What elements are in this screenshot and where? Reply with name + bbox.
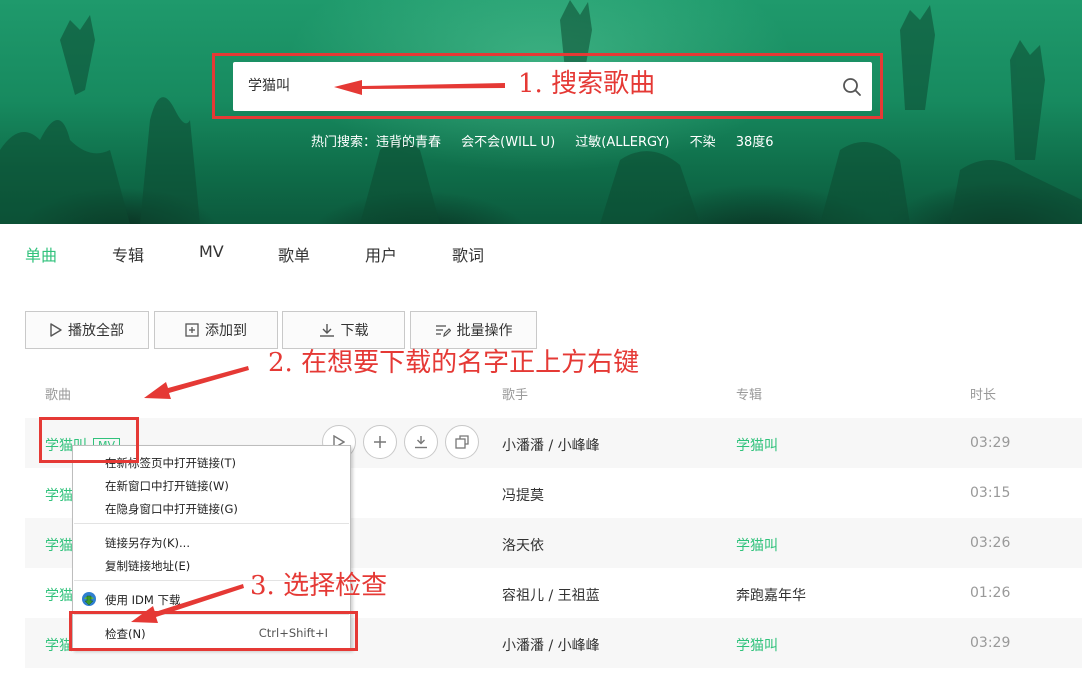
col-header-singer: 歌手 xyxy=(502,388,529,403)
menu-item-label: 复制链接地址(E) xyxy=(105,559,191,573)
share-icon xyxy=(455,435,469,449)
duration: 01:26 xyxy=(970,585,1011,601)
singer-link[interactable]: 容祖儿 / 王祖蓝 xyxy=(502,585,600,605)
duration: 03:29 xyxy=(970,435,1011,451)
menu-item-open-incognito[interactable]: 在隐身窗口中打开链接(G) xyxy=(73,497,350,519)
album-link[interactable]: 奔跑嘉年华 xyxy=(736,585,806,605)
download-icon xyxy=(319,323,335,337)
song-title-link[interactable]: 学猫 xyxy=(45,585,73,605)
batch-button[interactable]: 批量操作 xyxy=(410,311,537,349)
annotation-step2: 2. 在想要下载的名字正上方右键 xyxy=(268,348,640,378)
hot-keyword[interactable]: 不染 xyxy=(690,135,716,150)
menu-item-label: 在新窗口中打开链接(W) xyxy=(105,479,229,493)
duration: 03:29 xyxy=(970,635,1011,651)
download-label: 下载 xyxy=(340,323,369,339)
hot-keyword[interactable]: 38度6 xyxy=(736,135,774,150)
add-to-label: 添加到 xyxy=(205,323,247,339)
menu-item-label: 在隐身窗口中打开链接(G) xyxy=(105,502,238,516)
album-link[interactable]: 学猫叫 xyxy=(736,535,778,555)
hot-search-label: 热门搜索： xyxy=(311,135,377,150)
menu-item-open-new-window[interactable]: 在新窗口中打开链接(W) xyxy=(73,474,350,496)
hot-keyword[interactable]: 过敏(ALLERGY) xyxy=(575,135,669,150)
col-header-song: 歌曲 xyxy=(45,388,72,403)
annotation-step1: 1. 搜索歌曲 xyxy=(518,69,656,99)
tab-lyrics[interactable]: 歌词 xyxy=(452,242,484,266)
album-link[interactable]: 学猫叫 xyxy=(736,435,778,455)
annotation-step3: 3. 选择检查 xyxy=(250,571,388,601)
annotation-arrow xyxy=(144,366,249,399)
menu-item-save-link-as[interactable]: 链接另存为(K)... xyxy=(73,531,350,553)
song-title-link[interactable]: 学猫 xyxy=(45,485,73,505)
row-download-button[interactable] xyxy=(404,425,438,459)
plus-icon xyxy=(374,436,386,448)
download-button[interactable]: 下载 xyxy=(282,311,405,349)
play-icon xyxy=(50,323,62,337)
singer-link[interactable]: 小潘潘 / 小峰峰 xyxy=(502,635,600,655)
tab-album[interactable]: 专辑 xyxy=(112,242,144,266)
singer-link[interactable]: 冯提莫 xyxy=(502,485,544,505)
download-icon xyxy=(415,436,427,449)
row-share-button[interactable] xyxy=(445,425,479,459)
menu-item-label: 链接另存为(K)... xyxy=(105,536,190,550)
album-link[interactable]: 学猫叫 xyxy=(736,635,778,655)
hot-keyword[interactable]: 会不会(WILL U) xyxy=(461,135,555,150)
hot-search-bar: 热门搜索：违背的青春 会不会(WILL U) 过敏(ALLERGY) 不染 38… xyxy=(311,131,790,151)
idm-icon xyxy=(82,592,96,606)
menu-divider xyxy=(74,523,349,524)
col-header-album: 专辑 xyxy=(736,388,763,403)
tab-playlist[interactable]: 歌单 xyxy=(278,242,310,266)
play-all-button[interactable]: 播放全部 xyxy=(25,311,149,349)
batch-edit-icon xyxy=(435,323,451,337)
batch-label: 批量操作 xyxy=(456,323,513,339)
add-icon xyxy=(185,323,199,337)
singer-link[interactable]: 小潘潘 / 小峰峰 xyxy=(502,435,600,455)
result-tabs: 单曲 专辑 MV 歌单 用户 歌词 xyxy=(0,224,1082,280)
play-all-label: 播放全部 xyxy=(68,323,124,339)
menu-item-label: 使用 IDM 下载 xyxy=(105,593,181,607)
song-title-link[interactable]: 学猫 xyxy=(45,535,73,555)
add-to-button[interactable]: 添加到 xyxy=(154,311,278,349)
tab-single[interactable]: 单曲 xyxy=(25,242,57,266)
col-header-duration: 时长 xyxy=(970,388,997,403)
tab-mv[interactable]: MV xyxy=(199,242,224,261)
tab-user[interactable]: 用户 xyxy=(365,242,397,266)
row-add-button[interactable] xyxy=(363,425,397,459)
annotation-box-song xyxy=(39,417,139,463)
singer-link[interactable]: 洛天依 xyxy=(502,535,544,555)
duration: 03:15 xyxy=(970,485,1011,501)
hot-keyword[interactable]: 违背的青春 xyxy=(376,135,441,150)
annotation-box-inspect xyxy=(69,611,358,651)
duration: 03:26 xyxy=(970,535,1011,551)
